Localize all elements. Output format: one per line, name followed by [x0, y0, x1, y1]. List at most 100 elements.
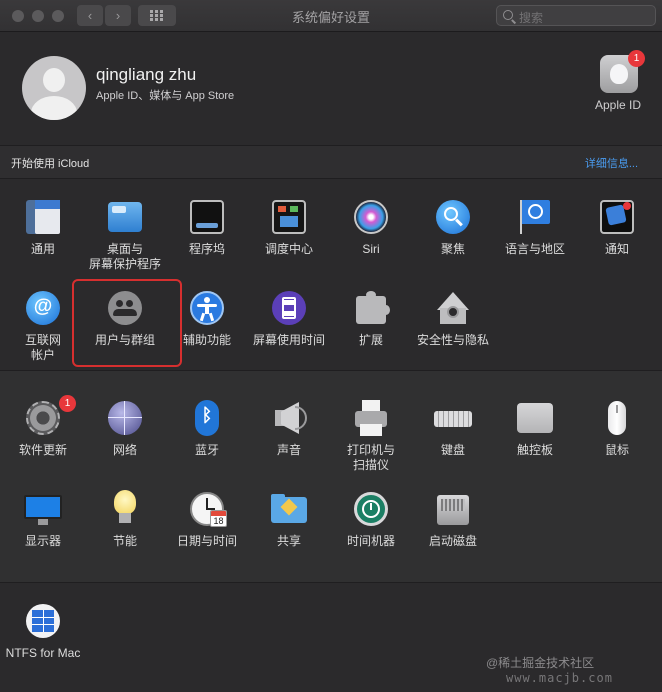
highlight-box — [72, 279, 182, 367]
pane-label: 启动磁盘 — [428, 534, 477, 548]
pane-label: 聚焦 — [440, 242, 465, 256]
pane-general[interactable]: 通用 — [2, 197, 84, 257]
title-bar: ‹ › 系统偏好设置 搜索 — [0, 0, 662, 32]
pane-label: 日期与时间 — [176, 534, 237, 548]
user-name: qingliang zhu — [96, 65, 197, 84]
pane-bluetooth[interactable]: ᛒ 蓝牙 — [166, 398, 248, 458]
pane-label: 触控板 — [516, 443, 553, 457]
pane-label: NTFS for Mac — [5, 646, 81, 660]
apple-logo-icon — [610, 64, 628, 84]
pane-label: Siri — [362, 242, 380, 256]
trackpad-icon — [515, 398, 555, 438]
pane-label: 通知 — [604, 242, 629, 256]
pane-sharing[interactable]: 共享 — [248, 489, 330, 549]
search-field[interactable]: 搜索 — [496, 5, 656, 26]
pane-trackpad[interactable]: 触控板 — [494, 398, 576, 458]
pane-label: 语言与地区 — [504, 242, 565, 256]
mission-control-icon — [269, 197, 309, 237]
pane-desktop-screensaver[interactable]: 桌面与 屏幕保护程序 — [84, 197, 166, 272]
pane-label: 安全性与隐私 — [416, 333, 489, 347]
displays-icon — [23, 489, 63, 529]
pane-keyboard[interactable]: 键盘 — [412, 398, 494, 458]
pane-sound[interactable]: 声音 — [248, 398, 330, 458]
apple-id-badge: 1 — [628, 50, 645, 67]
spotlight-icon — [433, 197, 473, 237]
divider — [0, 178, 662, 179]
pane-label: 键盘 — [440, 443, 465, 457]
pane-label: 扩展 — [358, 333, 383, 347]
sound-icon — [269, 398, 309, 438]
pane-displays[interactable]: 显示器 — [2, 489, 84, 549]
pane-network[interactable]: 网络 — [84, 398, 166, 458]
pane-label: 节能 — [112, 534, 137, 548]
software-update-badge: 1 — [59, 395, 76, 412]
apple-id-label: Apple ID — [594, 98, 642, 112]
watermark-line-2: www.macjb.com — [506, 671, 613, 685]
calendar-day: 18 — [213, 516, 224, 526]
pane-date-time[interactable]: 18 日期与时间 — [166, 489, 248, 549]
pane-ntfs-for-mac[interactable]: NTFS for Mac — [2, 601, 84, 661]
mouse-icon — [597, 398, 637, 438]
startup-disk-icon — [433, 489, 473, 529]
time-machine-icon — [351, 489, 391, 529]
energy-saver-icon — [105, 489, 145, 529]
pane-label: 桌面与 屏幕保护程序 — [88, 242, 161, 271]
pane-label: 共享 — [276, 534, 301, 548]
pane-spotlight[interactable]: 聚焦 — [412, 197, 494, 257]
security-privacy-icon — [433, 288, 473, 328]
pane-label: 显示器 — [24, 534, 61, 548]
pane-mouse[interactable]: 鼠标 — [576, 398, 658, 458]
pane-label: 调度中心 — [264, 242, 313, 256]
watermark: @稀土掘金技术社区 www.macjb.com — [486, 656, 613, 686]
pane-security-privacy[interactable]: 安全性与隐私 — [412, 288, 494, 348]
pane-label: 打印机与 扫描仪 — [346, 443, 395, 472]
software-update-icon — [23, 398, 63, 438]
siri-icon — [351, 197, 391, 237]
pane-software-update[interactable]: 1 软件更新 — [2, 395, 84, 458]
pane-dock[interactable]: 程序坞 — [166, 197, 248, 257]
pane-label: 程序坞 — [188, 242, 225, 256]
dock-icon — [187, 197, 227, 237]
pane-energy-saver[interactable]: 节能 — [84, 489, 166, 549]
sharing-icon — [269, 489, 309, 529]
divider — [0, 370, 662, 371]
pane-time-machine[interactable]: 时间机器 — [330, 489, 412, 549]
pane-label: 时间机器 — [346, 534, 395, 548]
icloud-banner: 开始使用 iCloud 详细信息... — [0, 146, 662, 178]
pane-extensions[interactable]: 扩展 — [330, 288, 412, 348]
accessibility-icon — [187, 288, 227, 328]
date-time-icon: 18 — [187, 489, 227, 529]
general-icon — [23, 197, 63, 237]
pane-printers-scanners[interactable]: 打印机与 扫描仪 — [330, 398, 412, 473]
keyboard-icon — [433, 398, 473, 438]
pane-label: 声音 — [276, 443, 301, 457]
extensions-icon — [351, 288, 391, 328]
network-icon — [105, 398, 145, 438]
user-subtitle: Apple ID、媒体与 App Store — [96, 90, 235, 102]
pane-siri[interactable]: Siri — [330, 197, 412, 257]
user-avatar[interactable] — [22, 56, 86, 120]
internet-accounts-icon: @ — [23, 288, 63, 328]
search-placeholder: 搜索 — [519, 11, 544, 25]
bluetooth-icon: ᛒ — [187, 398, 227, 438]
icloud-details-link[interactable]: 详细信息... — [585, 155, 638, 171]
search-icon — [503, 10, 513, 20]
ntfs-for-mac-icon — [23, 601, 63, 641]
screen-time-icon — [269, 288, 309, 328]
pane-startup-disk[interactable]: 启动磁盘 — [412, 489, 494, 549]
pane-label: 屏幕使用时间 — [252, 333, 325, 347]
watermark-line-1: @稀土掘金技术社区 — [486, 656, 595, 670]
pane-notifications[interactable]: 通知 — [576, 197, 658, 257]
pane-label: 鼠标 — [604, 443, 629, 457]
pane-language-region[interactable]: 语言与地区 — [494, 197, 576, 257]
pane-screen-time[interactable]: 屏幕使用时间 — [248, 288, 330, 348]
pane-label: 通用 — [30, 242, 55, 256]
desktop-screensaver-icon — [105, 197, 145, 237]
icloud-prompt: 开始使用 iCloud — [11, 158, 90, 170]
pane-label: 软件更新 — [18, 443, 67, 457]
language-region-icon — [515, 197, 555, 237]
notifications-icon — [597, 197, 637, 237]
pane-mission-control[interactable]: 调度中心 — [248, 197, 330, 257]
divider — [0, 582, 662, 583]
pane-label: 网络 — [112, 443, 137, 457]
